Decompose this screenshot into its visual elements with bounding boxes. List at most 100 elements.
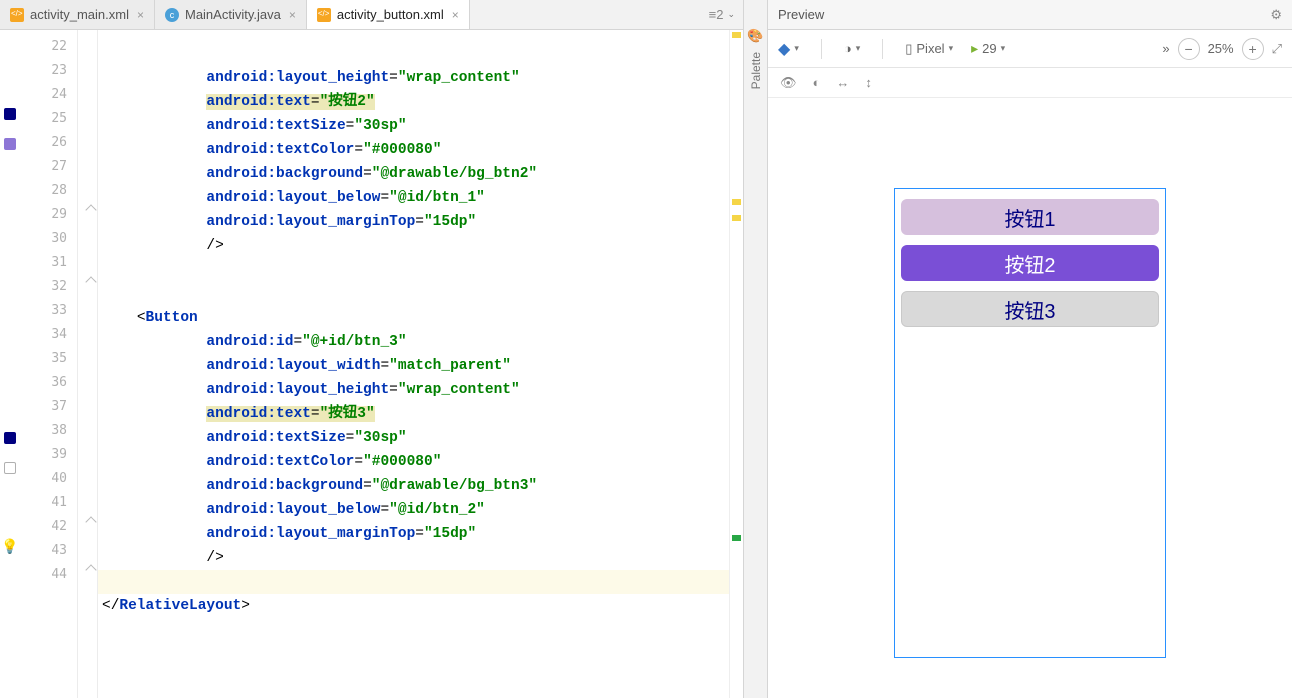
close-icon[interactable]: × [287, 8, 296, 22]
preview-button[interactable]: 按钮1 [901, 199, 1159, 235]
close-icon[interactable]: × [450, 8, 459, 22]
fold-collapse-icon[interactable] [85, 516, 96, 527]
color-marker [4, 108, 16, 120]
code-line[interactable]: android:text="按钮3" [98, 402, 743, 426]
code-line[interactable]: android:textSize="30sp" [98, 426, 743, 450]
vresize-icon[interactable]: ↕ [865, 75, 872, 90]
code-line[interactable]: android:textColor="#000080" [98, 138, 743, 162]
chevron-down-icon: ⌄ [727, 9, 735, 20]
fold-collapse-icon[interactable] [85, 564, 96, 575]
zoom-pct: 25% [1208, 41, 1234, 56]
code-line[interactable] [98, 282, 743, 306]
color-marker [4, 462, 16, 474]
code-line[interactable]: android:layout_height="wrap_content" [98, 66, 743, 90]
colorblind-icon[interactable]: ◐ [813, 75, 821, 90]
palette-strip[interactable]: 🎨 Palette [744, 0, 768, 698]
orientation-icon: ◑ [844, 41, 852, 56]
code-line[interactable]: android:id="@+id/btn_3" [98, 330, 743, 354]
code-line[interactable]: android:layout_width="match_parent" [98, 354, 743, 378]
code-line[interactable]: android:layout_height="wrap_content" [98, 378, 743, 402]
line-number: 24 [20, 82, 77, 106]
editor-column: activity_main.xml×cMainActivity.java×act… [0, 0, 744, 698]
color-marker [4, 432, 16, 444]
preview-button[interactable]: 按钮2 [901, 245, 1159, 281]
line-number: 28 [20, 178, 77, 202]
fold-column[interactable] [78, 30, 98, 698]
editor-body[interactable]: 💡 22232425262728293031323334353637383940… [0, 30, 743, 698]
code-line[interactable]: android:text="按钮2" [98, 90, 743, 114]
line-number: 33 [20, 298, 77, 322]
close-icon[interactable]: × [135, 8, 144, 22]
line-number: 40 [20, 466, 77, 490]
code-line[interactable]: </RelativeLayout> [98, 594, 743, 618]
line-number: 42 [20, 514, 77, 538]
code-line[interactable] [98, 570, 743, 594]
preview-canvas[interactable]: 按钮1 按钮2 按钮3 [768, 98, 1292, 698]
code-line[interactable]: android:layout_marginTop="15dp" [98, 210, 743, 234]
stripe-ok[interactable] [732, 535, 741, 541]
line-number: 44 [20, 562, 77, 586]
orientation-dropdown[interactable]: ◑ ▾ [844, 41, 860, 56]
palette-label: Palette [749, 52, 763, 89]
java-icon: c [165, 8, 179, 22]
chevron-down-icon: ▾ [949, 43, 954, 54]
gutter-wrap: 💡 22232425262728293031323334353637383940… [0, 30, 98, 698]
error-stripe[interactable] [729, 30, 743, 698]
preview-subbar: 👁 ◐ ↔ ↕ [768, 68, 1292, 98]
line-number-gutter: 2223242526272829303132333435363738394041… [20, 30, 78, 698]
eye-icon[interactable]: 👁 [780, 75, 797, 91]
preview-toolbar: ◆ ▾ ◑ ▾ ▯ Pixel ▾ ▸ 29 ▾ » − 25% + ⤢ [768, 30, 1292, 68]
hresize-icon[interactable]: ↔ [836, 75, 849, 90]
fold-collapse-icon[interactable] [85, 204, 96, 215]
code-line[interactable]: android:background="@drawable/bg_btn2" [98, 162, 743, 186]
preview-header: Preview ⚙ [768, 0, 1292, 30]
line-number: 35 [20, 346, 77, 370]
fold-expand-icon[interactable] [85, 276, 96, 287]
file-tab[interactable]: activity_button.xml × [307, 0, 470, 29]
separator [821, 39, 822, 59]
code-line[interactable]: <Button [98, 306, 743, 330]
device-label: Pixel [916, 41, 944, 56]
code-line[interactable]: android:layout_below="@id/btn_2" [98, 498, 743, 522]
preview-button[interactable]: 按钮3 [901, 291, 1159, 327]
code-line[interactable]: android:layout_below="@id/btn_1" [98, 186, 743, 210]
line-number: 31 [20, 250, 77, 274]
file-tab[interactable]: cMainActivity.java× [155, 0, 307, 29]
device-frame[interactable]: 按钮1 按钮2 按钮3 [894, 188, 1166, 658]
palette-icon: 🎨 [747, 28, 763, 44]
tab-label: activity_main.xml [30, 7, 129, 22]
zoom-out-button[interactable]: − [1178, 38, 1200, 60]
more-icon[interactable]: » [1162, 41, 1169, 56]
api-dropdown[interactable]: ▸ 29 ▾ [971, 40, 1005, 57]
tab-label: activity_button.xml [337, 7, 444, 22]
code-line[interactable]: android:background="@drawable/bg_btn3" [98, 474, 743, 498]
line-number: 32 [20, 274, 77, 298]
line-number: 25 [20, 106, 77, 130]
stripe-warning[interactable] [732, 32, 741, 38]
code-line[interactable]: android:textSize="30sp" [98, 114, 743, 138]
line-number: 38 [20, 418, 77, 442]
color-marker [4, 138, 16, 150]
code-line[interactable]: /> [98, 546, 743, 570]
file-tab[interactable]: activity_main.xml × [0, 0, 155, 29]
device-dropdown[interactable]: ▯ Pixel ▾ [905, 41, 953, 57]
tabbar-right[interactable]: ≡2 ⌄ [701, 0, 743, 29]
code-line[interactable] [98, 258, 743, 282]
zoom-fit-icon[interactable]: ⤢ [1272, 41, 1282, 57]
stripe-warning[interactable] [732, 215, 741, 221]
code-line[interactable]: android:layout_marginTop="15dp" [98, 522, 743, 546]
layers-icon: ◆ [778, 39, 790, 59]
code-line[interactable]: android:textColor="#000080" [98, 450, 743, 474]
gear-icon[interactable]: ⚙ [1270, 7, 1282, 23]
intention-bulb-icon[interactable]: 💡 [0, 534, 20, 558]
line-number: 41 [20, 490, 77, 514]
chevron-down-icon: ▾ [794, 43, 799, 54]
layers-dropdown[interactable]: ◆ ▾ [778, 39, 799, 59]
code-line[interactable]: /> [98, 234, 743, 258]
line-number: 34 [20, 322, 77, 346]
stripe-warning[interactable] [732, 199, 741, 205]
chevron-down-icon: ▾ [1001, 43, 1006, 54]
code-area[interactable]: android:layout_height="wrap_content" and… [98, 30, 743, 698]
zoom-in-button[interactable]: + [1242, 38, 1264, 60]
preview-title: Preview [778, 7, 824, 22]
